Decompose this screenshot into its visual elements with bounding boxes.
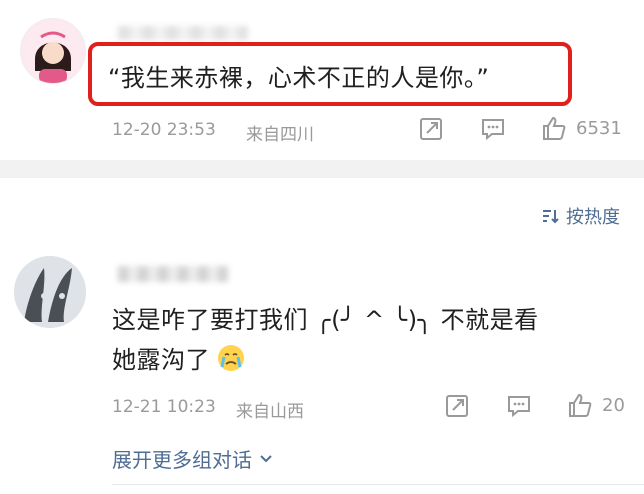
expand-more-label: 展开更多组对话 — [112, 448, 252, 472]
share-icon-2[interactable] — [444, 393, 470, 419]
sort-icon — [540, 206, 560, 226]
comment-1-location: 来自四川 — [246, 125, 314, 145]
like-count-1: 6531 — [576, 117, 622, 139]
username-2-obscured — [118, 266, 228, 282]
username-1-obscured — [118, 26, 248, 40]
like-count-2: 20 — [602, 394, 625, 416]
thumbs-up-icon — [540, 114, 568, 142]
comment-1-time: 12-20 23:53 — [112, 120, 216, 140]
crying-emoji-icon — [216, 343, 246, 373]
comment-1-text: “我生来赤裸，心术不正的人是你。” — [108, 64, 490, 92]
comment-2-location: 来自山西 — [236, 402, 304, 422]
avatar-user-1[interactable] — [20, 18, 86, 84]
like-button-1[interactable]: 6531 — [540, 114, 622, 142]
share-icon[interactable] — [418, 116, 444, 142]
comment-icon-2[interactable] — [506, 393, 532, 419]
section-divider — [0, 160, 644, 178]
like-button-2[interactable]: 20 — [566, 391, 625, 419]
comment-icon[interactable] — [480, 116, 506, 142]
comment-2-text-line1: 这是咋了要打我们 ╭(╯ ^ ╰)╮ 不就是看 — [112, 306, 539, 334]
chevron-down-icon — [258, 451, 274, 467]
comment-2-text-line2: 她露沟了 — [112, 346, 210, 374]
avatar-user-2[interactable] — [14, 256, 86, 328]
bottom-divider — [112, 484, 644, 485]
sort-label: 按热度 — [566, 207, 620, 228]
comment-2-line2: 她露沟了 — [112, 340, 246, 375]
sort-control[interactable]: 按热度 — [540, 203, 620, 229]
thumbs-up-icon — [566, 391, 594, 419]
expand-more-replies[interactable]: 展开更多组对话 — [112, 444, 274, 473]
comment-2-time: 12-21 10:23 — [112, 397, 216, 417]
